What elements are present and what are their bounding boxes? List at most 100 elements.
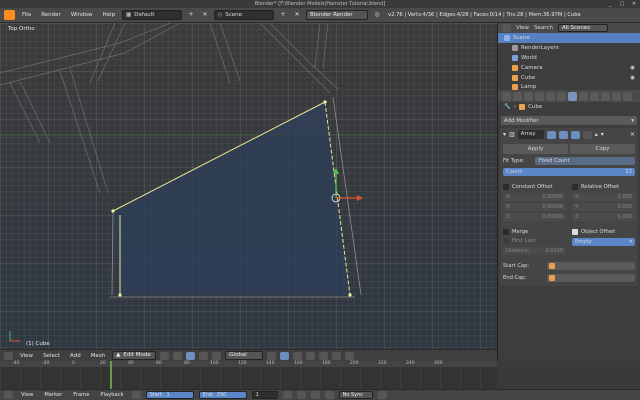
data-tab-icon[interactable]: [579, 91, 588, 101]
outliner-row-scene[interactable]: Scene: [498, 33, 640, 43]
object-offset-toggle[interactable]: Object Offset: [572, 227, 635, 236]
object-tab-icon[interactable]: [546, 91, 555, 101]
menu-window[interactable]: Window: [68, 12, 96, 18]
modifier-wrench-icon[interactable]: [568, 91, 577, 101]
copy-button[interactable]: Copy: [570, 144, 635, 154]
face-select-icon[interactable]: [306, 351, 316, 360]
const-x-field[interactable]: X: 0.00000: [503, 193, 566, 201]
render-toggle-icon[interactable]: [546, 130, 556, 139]
cage-toggle-icon[interactable]: [582, 130, 592, 139]
shading-icon[interactable]: [160, 351, 170, 360]
visibility-eye-icon[interactable]: ◉: [630, 75, 635, 81]
scene-tab-icon[interactable]: [524, 91, 533, 101]
editmode-toggle-icon[interactable]: [570, 130, 580, 139]
3d-viewport[interactable]: Top Ortho (1) Cube: [0, 23, 497, 349]
edge-select-icon[interactable]: [293, 351, 303, 360]
rel-z-field[interactable]: Z: 0.000: [572, 213, 635, 221]
pivot-icon[interactable]: [173, 351, 183, 360]
record-icon[interactable]: [131, 391, 141, 399]
object-offset-field[interactable]: Empty ✕: [572, 238, 635, 246]
vertex-select-icon[interactable]: [280, 351, 290, 360]
outliner-filter-dropdown[interactable]: All Scenes: [557, 24, 608, 32]
screen-layout-field[interactable]: ▦ Default: [122, 10, 183, 20]
menu-help[interactable]: Help: [100, 12, 119, 18]
timeline-menu-playback[interactable]: Playback: [97, 392, 126, 398]
end-cap-field[interactable]: [547, 273, 635, 282]
editor-type-icon[interactable]: [4, 351, 13, 360]
apply-button[interactable]: Apply: [503, 144, 568, 154]
rel-y-field[interactable]: Y: 0.000: [572, 203, 635, 211]
const-z-field[interactable]: Z: 0.00000: [503, 213, 566, 221]
world-tab-icon[interactable]: [535, 91, 544, 101]
minimize-button[interactable]: _: [606, 1, 614, 7]
add-modifier-dropdown[interactable]: Add Modifier ▾: [501, 116, 637, 125]
timeline-menu-marker[interactable]: Marker: [41, 392, 65, 398]
menu-select[interactable]: Select: [40, 353, 63, 359]
particles-tab-icon[interactable]: [612, 91, 621, 101]
menu-mesh[interactable]: Mesh: [88, 353, 108, 359]
manipulator-icon[interactable]: [186, 351, 196, 360]
outliner-menu-view[interactable]: View: [516, 25, 529, 31]
keying-icon[interactable]: [377, 391, 387, 399]
playhead[interactable]: [110, 361, 112, 389]
menu-add[interactable]: Add: [67, 353, 84, 359]
render-icon[interactable]: ◎: [372, 10, 382, 20]
maximize-button[interactable]: □: [618, 1, 626, 7]
const-y-field[interactable]: Y: 0.00000: [503, 203, 566, 211]
end-frame-field[interactable]: End: 250: [198, 391, 247, 399]
relative-offset-toggle[interactable]: Relative Offset: [572, 182, 635, 191]
rotate-manipulator-icon[interactable]: [199, 351, 209, 360]
physics-tab-icon[interactable]: [623, 91, 632, 101]
object-offset-checkbox[interactable]: [572, 228, 578, 235]
rel-x-field[interactable]: X: 1.000: [572, 193, 635, 201]
timeline-menu-frame[interactable]: Frame: [70, 392, 92, 398]
outliner-menu-search[interactable]: Search: [534, 25, 553, 31]
start-frame-field[interactable]: Start: 1: [145, 391, 194, 399]
mode-dropdown[interactable]: ▲ Edit Mode: [112, 351, 157, 360]
merge-checkbox[interactable]: [503, 228, 509, 235]
layers-icon[interactable]: [267, 351, 277, 360]
constant-offset-toggle[interactable]: Constant Offset: [503, 182, 566, 191]
outliner-editor-icon[interactable]: [502, 24, 511, 32]
snap-target-icon[interactable]: [345, 351, 355, 360]
first-last-checkbox[interactable]: [503, 237, 509, 244]
collapse-triangle-icon[interactable]: ▾: [503, 131, 506, 138]
relative-offset-checkbox[interactable]: [572, 183, 578, 190]
play-reverse-icon[interactable]: [296, 391, 306, 399]
first-last-toggle[interactable]: First Last: [503, 236, 566, 245]
play-icon[interactable]: [310, 391, 320, 399]
timeline-editor-icon[interactable]: [4, 391, 13, 399]
outliner-row-cube[interactable]: Cube ◉: [498, 73, 640, 83]
start-cap-field[interactable]: [547, 261, 635, 270]
move-down-icon[interactable]: ▾: [601, 131, 604, 138]
jump-start-icon[interactable]: [282, 391, 292, 399]
jump-end-icon[interactable]: [324, 391, 334, 399]
timeline-menu-view[interactable]: View: [18, 392, 36, 398]
menu-file[interactable]: File: [19, 12, 34, 18]
texture-tab-icon[interactable]: [601, 91, 610, 101]
remove-layout-icon[interactable]: ✕: [200, 10, 210, 20]
add-scene-icon[interactable]: +: [278, 10, 288, 20]
render-engine-dropdown[interactable]: Blender Render: [306, 10, 369, 20]
outliner-row-camera[interactable]: Camera ◉: [498, 63, 640, 73]
viewport-toggle-icon[interactable]: [558, 130, 568, 139]
modifier-name-field[interactable]: Array: [517, 130, 544, 139]
constraints-tab-icon[interactable]: [557, 91, 566, 101]
add-layout-icon[interactable]: +: [186, 10, 196, 20]
orientation-dropdown[interactable]: Global: [225, 351, 264, 360]
distance-field[interactable]: Distance: 0.0100: [503, 247, 566, 255]
close-button[interactable]: ✕: [630, 1, 638, 7]
remove-modifier-icon[interactable]: ✕: [630, 131, 635, 138]
timeline-area[interactable]: -40 -20 0 20 40 60 80 100 120 140 160 18…: [0, 361, 640, 389]
outliner-row-renderlayers[interactable]: RenderLayers: [498, 43, 640, 53]
outliner-row-world[interactable]: World: [498, 53, 640, 63]
layers-tab-icon[interactable]: [513, 91, 522, 101]
render-tab-icon[interactable]: [502, 91, 511, 101]
remove-scene-icon[interactable]: ✕: [292, 10, 302, 20]
scene-field[interactable]: ◇ Scene: [214, 10, 275, 20]
snap-icon[interactable]: [332, 351, 342, 360]
merge-toggle[interactable]: Merge: [503, 227, 566, 236]
outliner-row-lamp[interactable]: Lamp: [498, 83, 640, 90]
material-tab-icon[interactable]: [590, 91, 599, 101]
scale-manipulator-icon[interactable]: [212, 351, 222, 360]
